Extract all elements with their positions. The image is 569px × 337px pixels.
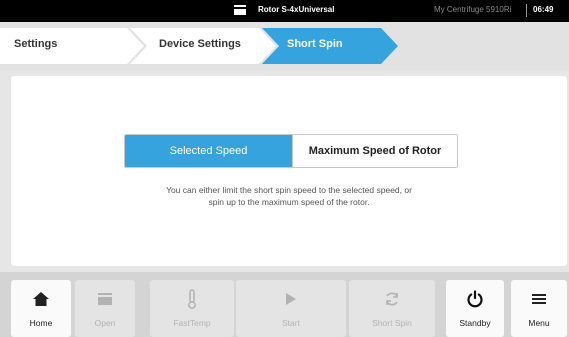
rotor-icon: [234, 5, 246, 15]
lid-open-icon: [98, 293, 112, 305]
clock: 06:49: [533, 5, 554, 14]
open-button-label: Open: [94, 318, 116, 328]
breadcrumb: Settings Device Settings Short Spin: [0, 22, 569, 70]
menu-button[interactable]: Menu: [511, 280, 567, 337]
fasttemp-button[interactable]: FastTemp: [150, 280, 234, 337]
standby-button-label: Standby: [459, 318, 491, 328]
short-spin-button[interactable]: Short Spin: [349, 280, 435, 337]
menu-button-label: Menu: [528, 318, 550, 328]
help-line: You can either limit the short spin spee…: [166, 185, 412, 195]
breadcrumb-item-short-spin: Short Spin: [287, 38, 343, 50]
start-button-label: Start: [282, 318, 300, 328]
hamburger-menu-icon: [532, 294, 546, 304]
play-icon: [286, 293, 296, 305]
fasttemp-button-label: FastTemp: [173, 318, 211, 328]
home-icon: [33, 292, 49, 306]
open-button[interactable]: Open: [75, 280, 135, 337]
help-line: spin up to the maximum speed of the roto…: [208, 197, 370, 207]
home-button[interactable]: Home: [11, 280, 71, 337]
short-spin-button-label: Short Spin: [372, 318, 412, 328]
status-divider: [526, 4, 527, 17]
short-spin-icon: [386, 292, 398, 306]
device-name: My Centrifuge 5910Ri: [434, 5, 512, 14]
short-spin-mode-toggle: Selected Speed Maximum Speed of Rotor: [124, 134, 458, 168]
breadcrumb-shapes: [0, 28, 398, 64]
start-button[interactable]: Start: [236, 280, 346, 337]
short-spin-panel: Selected Speed Maximum Speed of Rotor Yo…: [11, 76, 567, 266]
breadcrumb-item-device-settings[interactable]: Device Settings: [159, 38, 241, 50]
home-button-label: Home: [29, 318, 53, 328]
thermometer-icon: [188, 289, 196, 309]
bottom-toolbar: Home Open FastTemp Start Short Spin Stan…: [0, 272, 569, 337]
breadcrumb-item-settings[interactable]: Settings: [14, 38, 57, 50]
standby-button[interactable]: Standby: [446, 280, 504, 337]
rotor-name: Rotor S-4xUniversal: [258, 5, 335, 14]
power-icon: [467, 290, 483, 308]
status-bar: Rotor S-4xUniversal My Centrifuge 5910Ri…: [0, 0, 569, 22]
selected-speed-option[interactable]: Selected Speed: [125, 135, 292, 167]
short-spin-help-text: You can either limit the short spin spee…: [11, 184, 567, 208]
maximum-speed-option[interactable]: Maximum Speed of Rotor: [292, 135, 457, 167]
